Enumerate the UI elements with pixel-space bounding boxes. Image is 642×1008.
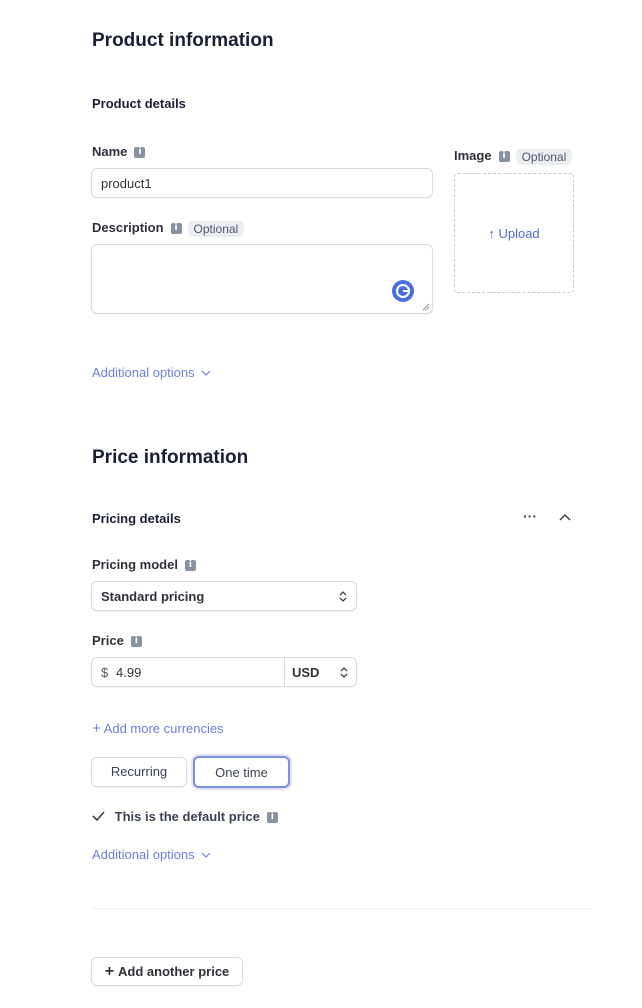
name-label: Name — [92, 144, 128, 159]
info-icon[interactable]: i — [170, 223, 182, 235]
default-price-row: This is the default price i — [92, 809, 278, 824]
pricing-model-select[interactable]: Standard pricing — [91, 581, 357, 611]
sort-icon — [339, 591, 347, 602]
info-icon[interactable]: i — [266, 812, 278, 824]
upload-button[interactable]: ↑ Upload — [455, 226, 573, 241]
price-information-title: Price information — [92, 447, 249, 468]
chevron-down-icon — [201, 852, 211, 858]
chevron-up-icon[interactable] — [559, 513, 571, 521]
optional-badge: Optional — [187, 220, 245, 237]
image-upload-area[interactable]: ↑ Upload — [454, 173, 574, 293]
additional-options-label: Additional options — [92, 365, 195, 380]
add-more-currencies-link[interactable]: + Add more currencies — [92, 720, 224, 737]
currency-symbol: $ — [101, 665, 109, 680]
add-another-price-label: Add another price — [118, 964, 230, 979]
image-label: Image — [454, 148, 492, 163]
grammarly-icon[interactable] — [392, 280, 414, 302]
info-icon[interactable]: i — [134, 147, 146, 159]
name-label-row: Name i — [92, 144, 146, 159]
currency-value: USD — [292, 665, 320, 680]
description-textarea[interactable] — [91, 244, 433, 314]
price-additional-options[interactable]: Additional options — [92, 847, 211, 862]
name-input[interactable]: product1 — [91, 168, 433, 198]
optional-badge: Optional — [515, 148, 573, 165]
recurring-button[interactable]: Recurring — [91, 757, 187, 787]
default-price-text: This is the default price — [114, 809, 260, 824]
price-input[interactable]: 4.99 — [116, 665, 141, 680]
product-information-title: Product information — [92, 30, 274, 51]
image-label-row: Image i Optional — [454, 148, 573, 165]
plus-icon: + — [104, 963, 115, 980]
ellipsis-icon[interactable]: ··· — [520, 508, 540, 528]
plus-icon: + — [92, 720, 101, 737]
product-additional-options[interactable]: Additional options — [92, 365, 211, 380]
pricing-model-label: Pricing model — [92, 557, 178, 572]
one-time-button[interactable]: One time — [193, 756, 290, 788]
add-another-price-button[interactable]: + Add another price — [91, 957, 243, 986]
price-field-group: $ 4.99 USD — [91, 657, 357, 687]
pricing-model-value: Standard pricing — [101, 589, 205, 604]
price-label-row: Price i — [92, 633, 142, 648]
info-icon[interactable]: i — [498, 151, 510, 163]
chevron-down-icon — [201, 370, 211, 376]
section-divider — [92, 908, 592, 909]
description-label: Description — [92, 220, 164, 235]
upload-label: Upload — [498, 226, 540, 241]
add-more-currencies-label: Add more currencies — [103, 721, 224, 736]
check-icon — [92, 811, 105, 822]
price-label: Price — [92, 633, 124, 648]
product-details-heading: Product details — [92, 96, 186, 111]
arrow-up-icon: ↑ — [488, 226, 495, 241]
pricing-details-heading: Pricing details — [92, 511, 181, 526]
info-icon[interactable]: i — [184, 560, 196, 572]
resize-handle-icon[interactable] — [422, 303, 430, 311]
currency-select[interactable]: USD — [285, 658, 356, 686]
name-input-value: product1 — [101, 176, 152, 191]
pricing-model-label-row: Pricing model i — [92, 557, 196, 572]
sort-icon — [340, 667, 348, 678]
description-label-row: Description i Optional — [92, 220, 245, 237]
additional-options-label: Additional options — [92, 847, 195, 862]
info-icon[interactable]: i — [130, 636, 142, 648]
